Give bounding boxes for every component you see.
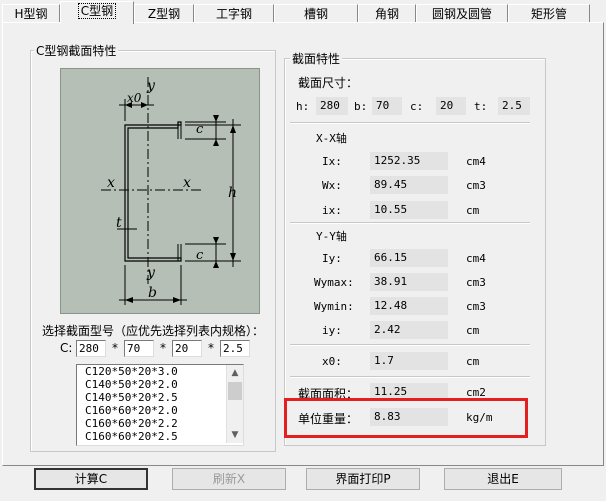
scroll-thumb[interactable] <box>228 382 242 400</box>
divider <box>290 222 530 224</box>
ix-unit: cm4 <box>466 155 486 168</box>
iy-label: Iy: <box>322 252 342 265</box>
dim-b-label: b: <box>354 100 368 113</box>
list-item[interactable]: C160*60*20*2.5 <box>77 430 243 443</box>
c-section-diagram: y x0 c x x h t c y b <box>60 68 260 314</box>
iy-value: 66.15 <box>370 249 448 267</box>
star-3: * <box>208 341 214 355</box>
yy-axis-title: Y-Y轴 <box>316 230 347 243</box>
input-b[interactable] <box>124 340 154 357</box>
label-y-bottom: y <box>146 265 156 281</box>
rx-label: ix: <box>322 204 342 217</box>
c-label: C: <box>60 341 73 355</box>
print-button[interactable]: 界面打印P <box>306 468 420 490</box>
tab-strip: H型钢 C型钢 Z型钢 工字钢 槽钢 角钢 圆钢及圆管 矩形管 <box>0 0 606 24</box>
list-item[interactable]: C140*50*20*2.0 <box>77 378 243 391</box>
section-list[interactable]: C120*50*20*3.0 C140*50*20*2.0 C140*50*20… <box>76 364 244 446</box>
x0-label: x0: <box>322 355 342 368</box>
divider <box>290 344 530 346</box>
right-group-title: 截面特性 <box>290 50 343 67</box>
wymax-unit: cm3 <box>466 276 486 289</box>
label-c-top: c <box>196 122 204 137</box>
rx-value: 10.55 <box>370 201 448 219</box>
star-2: * <box>160 341 166 355</box>
label-x-right: x <box>183 175 191 191</box>
wx-value: 89.45 <box>370 176 448 194</box>
dim-c-label: c: <box>410 100 424 113</box>
list-item[interactable]: C160*60*20*2.2 <box>77 417 243 430</box>
tab-c-steel[interactable]: C型钢 <box>60 1 134 24</box>
scroll-down-icon[interactable]: ▼ <box>227 427 243 443</box>
size-label: 截面尺寸： <box>298 76 359 90</box>
star-1: * <box>112 341 118 355</box>
label-c-bottom: c <box>196 248 204 263</box>
x0-unit: cm <box>466 355 480 368</box>
label-y-top: y <box>146 78 156 94</box>
exit-button[interactable]: 退出E <box>444 468 562 490</box>
dim-t-label: t: <box>474 100 488 113</box>
list-item[interactable]: C140*50*20*2.5 <box>77 391 243 404</box>
refresh-button[interactable]: 刷新X <box>172 468 286 490</box>
wymax-label: Wymax: <box>314 276 354 289</box>
wx-label: Wx: <box>322 179 342 192</box>
wymax-value: 38.91 <box>370 273 448 291</box>
tab-i-beam[interactable]: 工字钢 <box>194 4 274 23</box>
label-x-left: x <box>107 175 115 191</box>
label-x0: x0 <box>127 91 142 105</box>
list-scrollbar[interactable]: ▲ ▼ <box>226 365 243 443</box>
ry-label: iy: <box>322 324 342 337</box>
tab-round[interactable]: 圆钢及圆管 <box>416 4 508 23</box>
left-group-title: C型钢截面特性 <box>34 42 119 59</box>
scroll-up-icon[interactable]: ▲ <box>227 365 243 381</box>
input-h[interactable] <box>76 340 106 357</box>
iy-unit: cm4 <box>466 252 486 265</box>
select-prompt: 选择截面型号（应优先选择列表内规格）： <box>42 324 265 338</box>
ix-value: 1252.35 <box>370 152 448 170</box>
ix-label: Ix: <box>322 155 342 168</box>
wx-unit: cm3 <box>466 179 486 192</box>
list-item[interactable]: C160*60*20*2.0 <box>77 404 243 417</box>
ry-unit: cm <box>466 324 480 337</box>
input-t[interactable] <box>220 340 250 357</box>
dim-h-label: h: <box>296 100 310 113</box>
x0-value: 1.7 <box>370 352 448 370</box>
label-t: t <box>116 215 122 231</box>
divider <box>290 122 530 124</box>
dim-b-value: 70 <box>372 97 402 115</box>
rx-unit: cm <box>466 204 480 217</box>
tab-angle[interactable]: 角钢 <box>358 4 416 23</box>
label-h: h <box>228 185 237 201</box>
wymin-label: Wymin: <box>314 300 354 313</box>
dim-h-value: 280 <box>316 97 348 115</box>
xx-axis-title: X-X轴 <box>316 132 347 145</box>
calculate-button[interactable]: 计算C <box>34 468 148 490</box>
tab-h-steel[interactable]: H型钢 <box>2 4 60 23</box>
ry-value: 2.42 <box>370 321 448 339</box>
c-section-drawing: y x0 c x x h t c y b <box>101 77 241 305</box>
wymin-unit: cm3 <box>466 300 486 313</box>
dim-t-value: 2.5 <box>498 97 530 115</box>
tab-channel[interactable]: 槽钢 <box>274 4 358 23</box>
label-b: b <box>148 285 157 301</box>
input-c[interactable] <box>172 340 202 357</box>
tab-z-steel[interactable]: Z型钢 <box>134 4 194 23</box>
list-item[interactable]: C120*50*20*3.0 <box>77 365 243 378</box>
tab-rect-tube[interactable]: 矩形管 <box>508 4 590 23</box>
divider <box>290 376 530 378</box>
wymin-value: 12.48 <box>370 297 448 315</box>
dim-c-value: 20 <box>436 97 466 115</box>
weight-highlight-box <box>284 398 528 438</box>
